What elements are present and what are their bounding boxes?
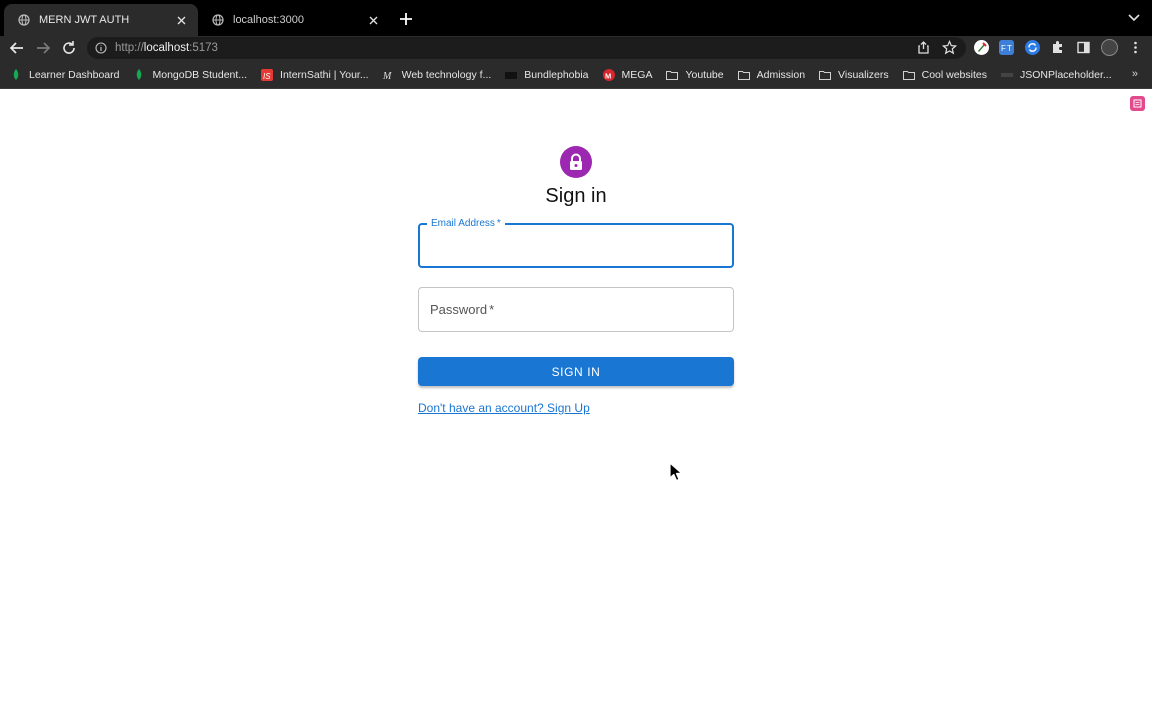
info-icon[interactable] (95, 42, 107, 54)
address-bar[interactable]: http://localhost:5173 (87, 37, 966, 59)
profile-avatar-icon[interactable] (1101, 39, 1118, 56)
lock-avatar (560, 146, 592, 178)
bookmark-label: Bundlephobia (524, 68, 589, 81)
page-content: Sign in Email Address * Password * SIGN IN… (0, 89, 1152, 720)
bookmark-label: Youtube (685, 68, 724, 81)
bookmark-jsonplaceholder[interactable]: JSONPlaceholder... (1001, 69, 1112, 81)
folder-icon (819, 69, 832, 81)
url-host: localhost (143, 42, 190, 54)
bookmarks-bar: Learner Dashboard MongoDB Student... IS … (0, 61, 1152, 89)
side-panel-icon[interactable] (1076, 40, 1091, 55)
bookmark-label: MongoDB Student... (152, 68, 248, 81)
bookmark-youtube[interactable]: Youtube (666, 68, 724, 81)
globe-icon (18, 14, 30, 26)
reload-icon[interactable] (61, 40, 77, 56)
chevron-down-icon[interactable] (1128, 13, 1140, 23)
globe-icon (212, 14, 224, 26)
m-logo-icon: M (383, 69, 395, 81)
is-logo-icon: IS (261, 68, 274, 81)
sign-up-link[interactable]: Don't have an account? Sign Up (418, 401, 590, 415)
mouse-cursor-icon (669, 462, 683, 482)
kebab-menu-icon[interactable] (1128, 40, 1143, 55)
forward-arrow-icon[interactable] (35, 40, 51, 56)
bookmark-admission[interactable]: Admission (737, 68, 806, 81)
folder-icon (666, 69, 679, 81)
bookmark-label: InternSathi | Your... (280, 68, 369, 81)
folder-icon (902, 69, 915, 81)
back-arrow-icon[interactable] (9, 40, 25, 56)
extension-ft-icon[interactable]: FT (999, 40, 1014, 55)
new-tab-icon[interactable] (398, 11, 414, 27)
extension-sync-icon[interactable] (1025, 40, 1040, 55)
box-icon (505, 69, 518, 81)
tab-title: localhost:3000 (233, 14, 304, 26)
bookmark-label: Visualizers (838, 68, 889, 81)
url-scheme: http:// (115, 42, 144, 54)
bookmark-mega[interactable]: M MEGA (602, 68, 653, 81)
lock-icon (570, 153, 582, 170)
password-field[interactable]: Password * (418, 287, 734, 332)
bookmark-label: Web technology f... (401, 68, 492, 81)
puzzle-extensions-icon[interactable] (1050, 40, 1065, 55)
bookmark-internsathi[interactable]: IS InternSathi | Your... (261, 68, 369, 81)
svg-text:IS: IS (263, 72, 271, 81)
bookmark-label: Admission (756, 68, 806, 81)
extension-note-icon[interactable] (1130, 96, 1145, 111)
tab-localhost-3000[interactable]: localhost:3000 (198, 4, 390, 36)
bookmark-cool-websites[interactable]: Cool websites (902, 68, 987, 81)
bookmark-label: MEGA (621, 68, 653, 81)
bookmark-star-icon[interactable] (942, 40, 957, 55)
bookmark-web-technology[interactable]: M Web technology f... (383, 69, 492, 81)
bookmark-learner-dashboard[interactable]: Learner Dashboard (10, 68, 120, 81)
url-port: :5173 (189, 42, 218, 54)
bookmark-mongodb-student[interactable]: MongoDB Student... (133, 68, 248, 81)
page-title: Sign in (545, 185, 607, 207)
extension-compass-icon[interactable] (974, 40, 989, 55)
close-tab-icon[interactable] (174, 13, 188, 27)
bookmark-visualizers[interactable]: Visualizers (819, 69, 889, 81)
password-input[interactable] (419, 288, 733, 331)
svg-text:F: F (1001, 44, 1006, 53)
bookmark-label: JSONPlaceholder... (1020, 68, 1112, 81)
bookmark-label: Learner Dashboard (29, 68, 120, 81)
sign-in-button[interactable]: SIGN IN (418, 357, 734, 386)
json-icon (1001, 69, 1013, 81)
bookmarks-overflow-button[interactable]: » (1132, 68, 1138, 80)
svg-text:T: T (1007, 44, 1012, 53)
leaf-icon (133, 68, 145, 81)
bookmark-bundlephobia[interactable]: Bundlephobia (505, 68, 589, 81)
tab-mern-jwt-auth[interactable]: MERN JWT AUTH (4, 4, 198, 36)
svg-text:M: M (383, 71, 392, 81)
leaf-icon (10, 68, 22, 81)
share-icon[interactable] (916, 40, 931, 55)
browser-toolbar: http://localhost:5173 FT (0, 36, 1152, 61)
tab-title: MERN JWT AUTH (39, 14, 130, 26)
email-field[interactable]: Email Address * (418, 218, 734, 268)
close-tab-icon[interactable] (366, 13, 380, 27)
tab-strip: MERN JWT AUTH localhost:3000 (0, 0, 1152, 36)
folder-icon (737, 69, 750, 81)
svg-text:M: M (605, 71, 611, 80)
bookmark-label: Cool websites (921, 68, 987, 81)
mega-icon: M (602, 68, 615, 81)
email-input[interactable] (420, 225, 732, 266)
browser-chrome: MERN JWT AUTH localhost:3000 http://loca… (0, 0, 1152, 89)
